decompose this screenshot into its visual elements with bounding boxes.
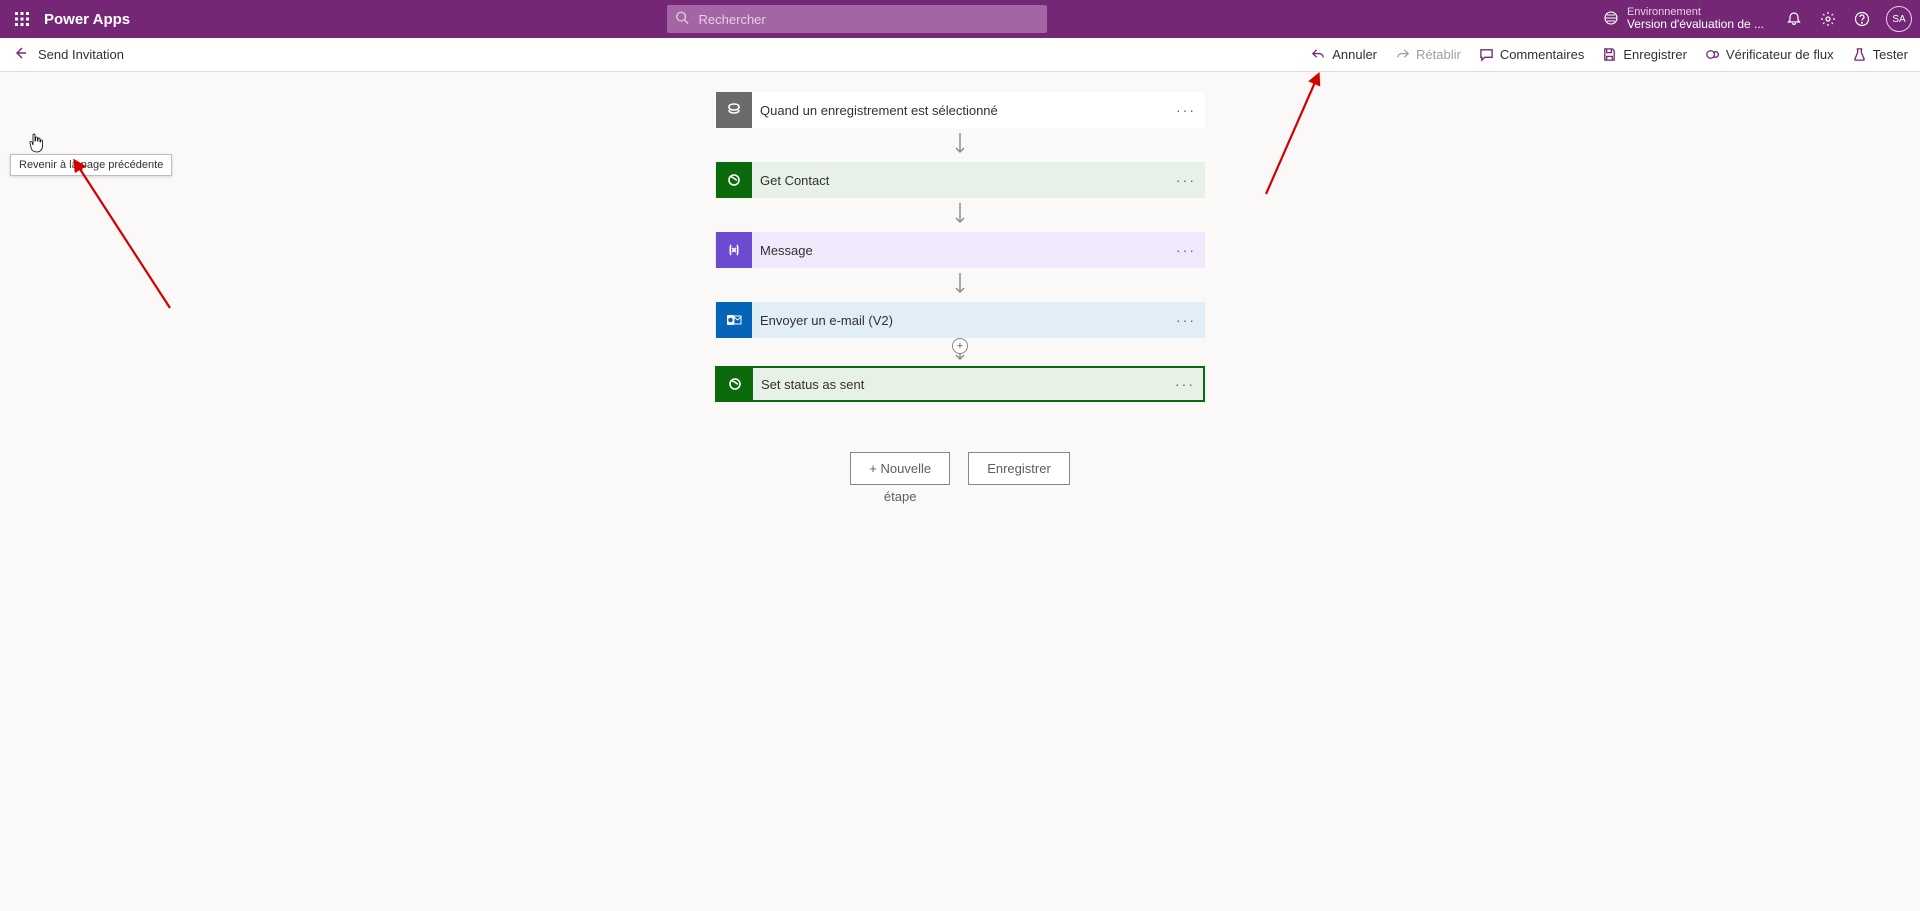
save-button[interactable]: Enregistrer [1602,47,1687,62]
annotation-arrow-left [70,158,180,318]
step-more-icon[interactable]: ··· [1176,102,1196,118]
step-title: Set status as sent [753,377,864,392]
step-more-icon[interactable]: ··· [1176,172,1196,188]
step-title: Get Contact [752,173,829,188]
comments-label: Commentaires [1500,47,1585,62]
app-launcher-icon[interactable] [12,9,32,29]
search-input[interactable] [667,5,1047,33]
flow-step[interactable]: Set status as sent ··· [715,366,1205,402]
add-step-button[interactable]: + [952,338,968,354]
flow-step[interactable]: Quand un enregistrement est sélectionné ·… [715,92,1205,128]
save-label: Enregistrer [1623,47,1687,62]
flow-step[interactable]: Message ··· [715,232,1205,268]
back-button[interactable]: Send Invitation [12,45,124,64]
undo-button[interactable]: Annuler [1311,47,1377,62]
step-title: Message [752,243,813,258]
back-tooltip: Revenir à la page précédente [10,154,172,176]
undo-label: Annuler [1332,47,1377,62]
environment-picker[interactable]: Environnement Version d'évaluation de ..… [1603,6,1764,31]
step-title: Quand un enregistrement est sélectionné [752,103,998,118]
step-connector-icon [716,232,752,268]
flow-connector [953,128,967,162]
flow-checker-button[interactable]: Vérificateur de flux [1705,47,1834,62]
environment-icon [1603,10,1619,29]
step-more-icon[interactable]: ··· [1175,376,1195,392]
flow-connector [953,198,967,232]
step-more-icon[interactable]: ··· [1176,312,1196,328]
save-flow-button[interactable]: Enregistrer [968,452,1070,485]
brand-title: Power Apps [44,11,130,28]
help-icon[interactable] [1852,9,1872,29]
avatar[interactable]: SA [1886,6,1912,32]
redo-label: Rétablir [1416,47,1461,62]
step-connector-icon [716,302,752,338]
new-step-button[interactable]: + Nouvelle [850,452,950,485]
back-arrow-icon [12,45,28,64]
step-connector-icon [717,366,753,402]
notifications-icon[interactable] [1784,9,1804,29]
annotation-arrow-right [1258,72,1328,202]
step-connector-icon [716,92,752,128]
flow-title: Send Invitation [38,47,124,62]
flow-connector: + [953,338,967,366]
test-button[interactable]: Tester [1852,47,1908,62]
mouse-cursor-icon [28,132,46,154]
comments-button[interactable]: Commentaires [1479,47,1585,62]
settings-icon[interactable] [1818,9,1838,29]
environment-name: Version d'évaluation de ... [1627,18,1764,31]
new-step-label-line2: étape [884,489,917,504]
test-label: Tester [1873,47,1908,62]
step-more-icon[interactable]: ··· [1176,242,1196,258]
flow-step[interactable]: Get Contact ··· [715,162,1205,198]
step-connector-icon [716,162,752,198]
environment-label: Environnement [1627,6,1764,18]
redo-button: Rétablir [1395,47,1461,62]
flow-checker-label: Vérificateur de flux [1726,47,1834,62]
search-icon [675,11,689,28]
flow-connector [953,268,967,302]
flow-step[interactable]: Envoyer un e-mail (V2) ··· [715,302,1205,338]
step-title: Envoyer un e-mail (V2) [752,313,893,328]
